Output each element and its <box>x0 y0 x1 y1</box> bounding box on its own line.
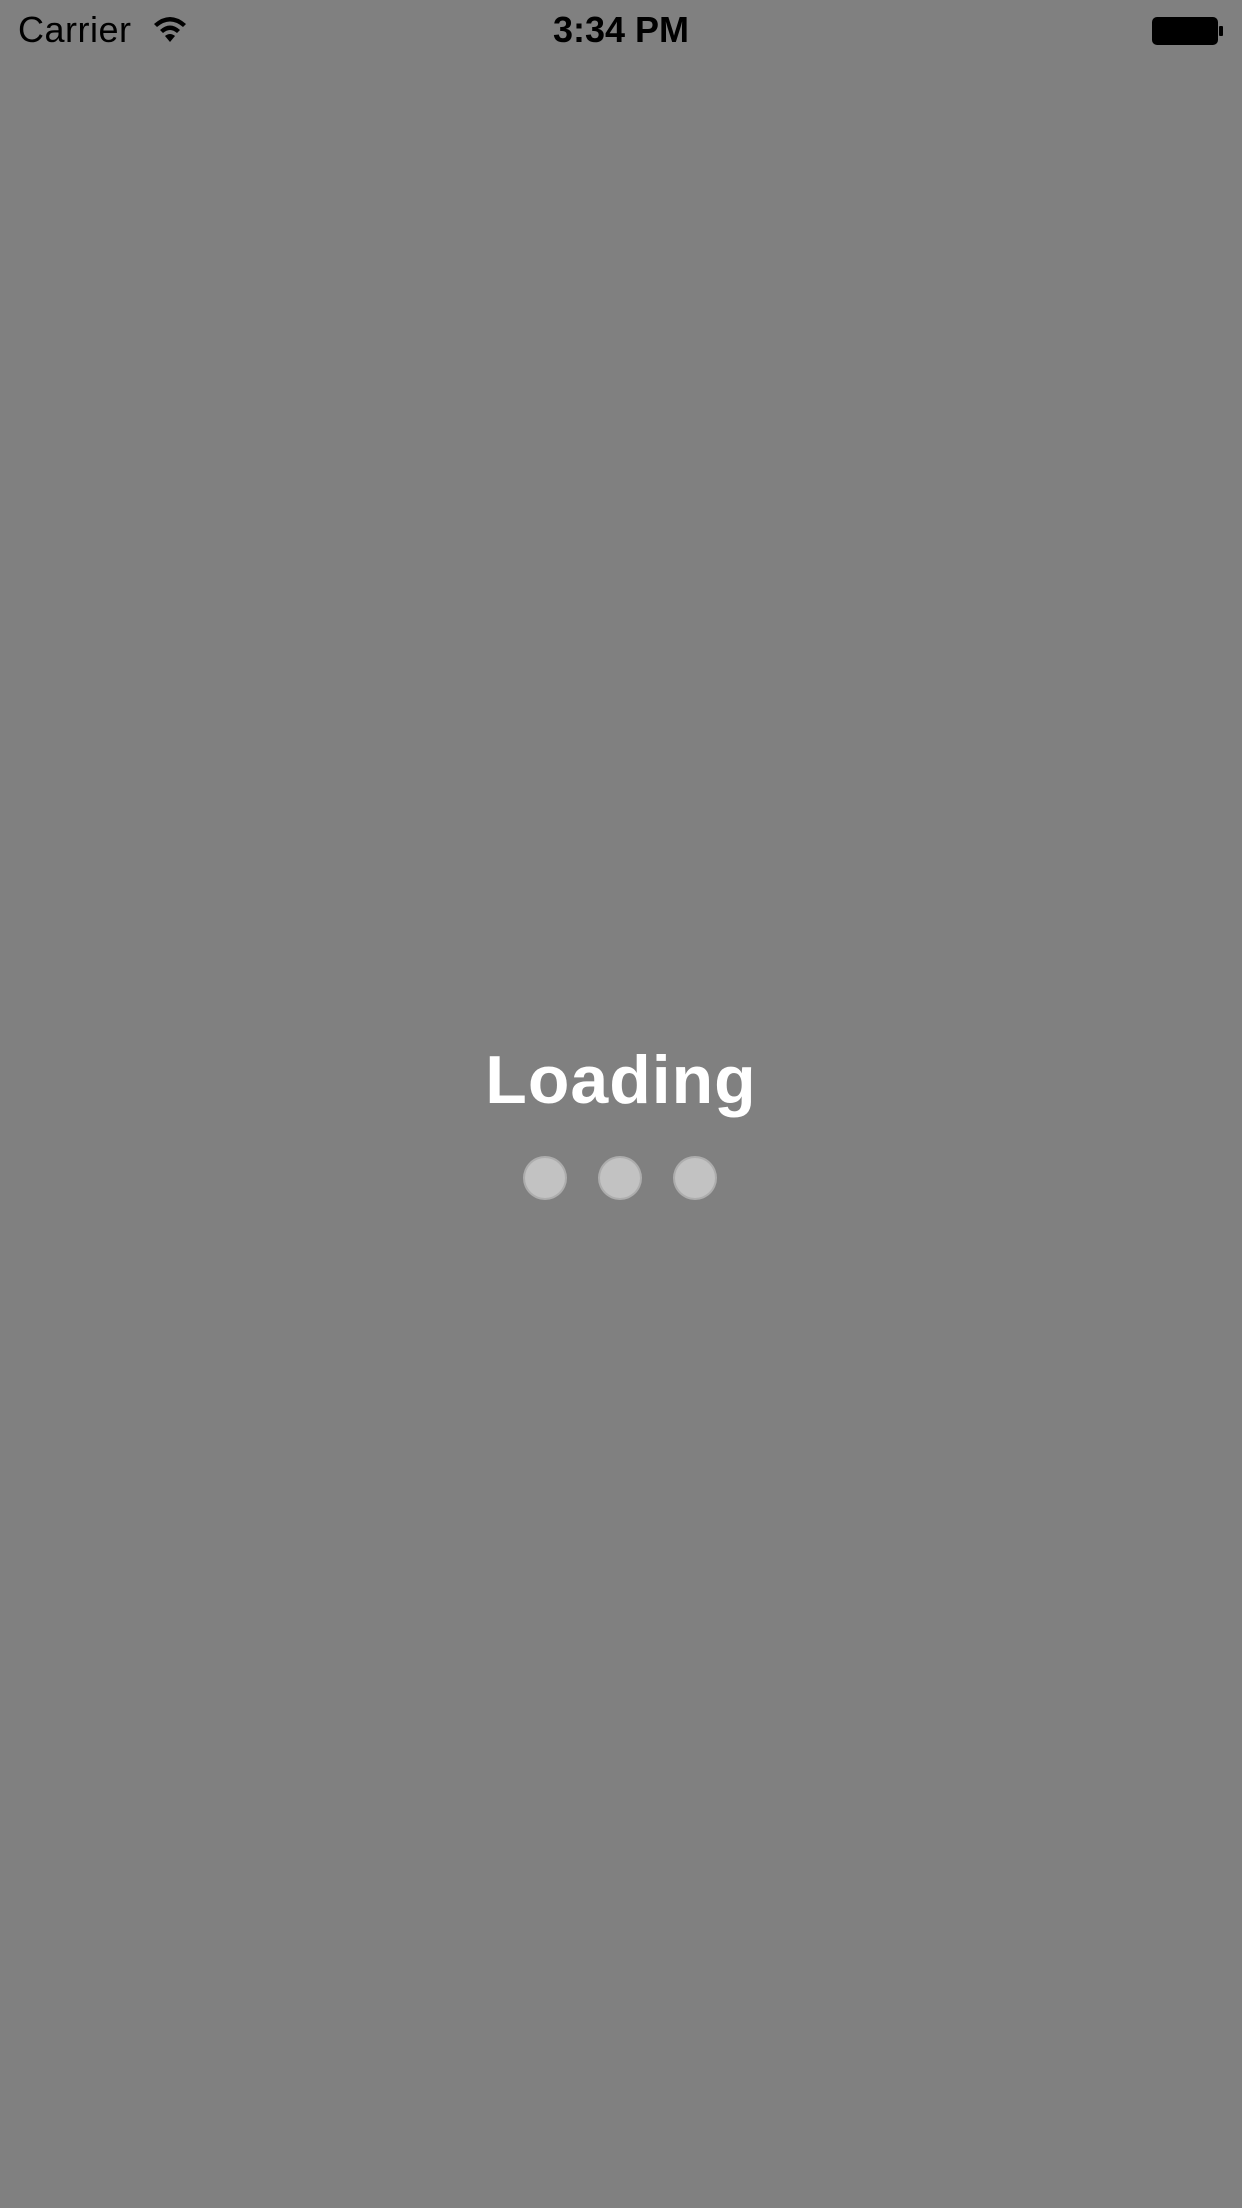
loading-title: Loading <box>485 1042 757 1118</box>
status-time: 3:34 PM <box>552 9 690 50</box>
app-screen: Carrier 3:34 PM Loading <box>0 0 1242 2208</box>
loading-overlay: Loading <box>0 1040 1242 1198</box>
loading-dot <box>675 1158 715 1198</box>
loading-dot <box>525 1158 565 1198</box>
battery-icon <box>1152 17 1223 45</box>
status-bar: Carrier 3:34 PM <box>0 0 1242 60</box>
loading-dot <box>600 1158 640 1198</box>
loading-dots-indicator <box>0 1158 1242 1202</box>
